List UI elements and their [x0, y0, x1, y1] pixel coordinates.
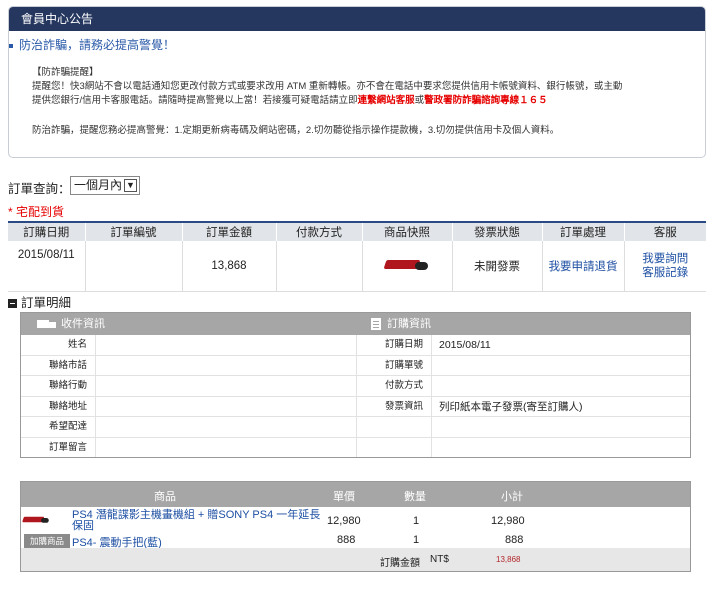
order-date-label: 訂購日期: [384, 339, 423, 350]
col-order-amount: 訂單金額: [182, 223, 277, 241]
notice-subtitle: 防治詐騙，請務必提高警覺！: [9, 36, 175, 53]
currency: NT$: [430, 554, 449, 565]
delivery-type-label: * 宅配到貨: [8, 205, 65, 219]
col-order-no: 訂單編號: [85, 223, 183, 241]
recv-mobile-label: 聯絡行動: [48, 380, 87, 391]
col-service: 客服: [624, 223, 706, 241]
unit-price: 12,980: [327, 515, 361, 527]
col-qty: 數量: [404, 491, 426, 503]
site-service-link[interactable]: 連繫網站客服: [358, 95, 415, 106]
order-period-select[interactable]: 一個月內 ▼: [70, 176, 140, 195]
detail-header: 收件資訊 訂購資訊: [21, 313, 690, 335]
list-item: 加購商品 PS4- 震動手把(藍) 888 1 888: [21, 534, 690, 549]
payment-method: [276, 241, 363, 292]
recv-name-label: 姓名: [67, 339, 87, 350]
table-row: 2015/08/11 13,868 未開發票 我要申請退貨 我要詢問 客服記錄: [8, 241, 706, 292]
payment-label: 付款方式: [384, 380, 423, 391]
detail-row: 希望配達: [21, 417, 690, 438]
col-invoice-status: 發票狀態: [452, 223, 543, 241]
order-detail-title[interactable]: 訂單明細: [8, 292, 71, 311]
detail-row: 聯絡行動 付款方式: [21, 376, 690, 397]
bullet-icon: [9, 43, 13, 48]
recv-address-label: 聯絡地址: [48, 400, 87, 412]
subtotal: 12,980: [491, 515, 525, 527]
service-cell: 我要詢問 客服記錄: [624, 241, 706, 292]
unit-price: 888: [337, 534, 356, 546]
detail-row: 訂單留言: [21, 438, 690, 459]
chevron-down-icon: ▼: [124, 179, 137, 192]
list-item: PS4 潛龍諜影主機畫機組 + 贈SONY PS4 一年延長 保固 12,980 …: [21, 510, 690, 532]
subtotal: 888: [505, 534, 524, 546]
document-icon: [371, 318, 381, 331]
notice-line2: 提供您銀行/信用卡客服電話。請隨時提高警覺以上當！若接獲可疑電話請立即連繫網站客…: [32, 95, 548, 106]
product-list-header: 商品 單價 數量 小計: [21, 482, 690, 507]
notice-tips: 防治詐騙，提醒您務必提高警覺：1.定期更新病毒碼及網站密碼，2.切勿聽從指示操作…: [32, 125, 560, 136]
delivery-time-label: 希望配達: [48, 421, 87, 432]
product-list-panel: 商品 單價 數量 小計 PS4 潛龍諜影主機畫機組 + 贈SONY PS4 一年…: [20, 481, 691, 572]
order-info-heading: 訂購資訊: [371, 313, 431, 335]
truck-icon: [37, 319, 57, 330]
col-order-action: 訂單處理: [542, 223, 625, 241]
recv-info-heading: 收件資訊: [37, 313, 105, 335]
order-detail-panel: 收件資訊 訂購資訊 姓名 訂購日期 2015/08/11 聯絡市話 訂購單號 聯…: [20, 312, 691, 458]
order-total: 13,868: [496, 555, 521, 564]
notice-bracket-title: 【防詐騙提醒】: [32, 67, 99, 78]
collapse-icon[interactable]: [8, 299, 17, 309]
order-no[interactable]: [85, 241, 183, 292]
order-amount: 13,868: [182, 241, 277, 292]
ask-question-link[interactable]: 我要詢問: [642, 253, 688, 265]
order-total-row: 訂購金額 NT$ 13,868: [21, 548, 690, 571]
orders-table: 訂購日期 訂單編號 訂單金額 付款方式 商品快照 發票狀態 訂單處理 客服 20…: [8, 221, 706, 292]
col-subtotal: 小計: [501, 491, 523, 503]
addon-badge: 加購商品: [24, 534, 70, 548]
notice-title: 會員中心公告: [9, 7, 705, 31]
product-link[interactable]: PS4 潛龍諜影主機畫機組 + 贈SONY PS4 一年延長 保固: [72, 510, 320, 532]
total-label: 訂購金額: [380, 558, 420, 569]
police-hotline: 警政署防詐騙諮詢專線１６５: [424, 95, 548, 106]
quantity: 1: [413, 515, 420, 527]
order-date-value: 2015/08/11: [439, 339, 491, 351]
ps4-console-thumbnail[interactable]: [383, 257, 429, 271]
col-item: 商品: [154, 491, 176, 503]
product-snapshot[interactable]: [362, 241, 453, 292]
order-date: 2015/08/11: [8, 241, 86, 292]
invoice-info-label: 發票資訊: [384, 400, 423, 412]
order-message-label: 訂單留言: [48, 441, 87, 453]
col-price: 單價: [333, 491, 355, 503]
detail-row: 姓名 訂購日期 2015/08/11: [21, 335, 690, 356]
recv-phone-label: 聯絡市話: [48, 359, 87, 371]
col-snapshot: 商品快照: [362, 223, 453, 241]
notice-line1: 提醒您！快3網站不會以電話通知您更改付款方式或要求改用 ATM 重新轉帳。亦不會…: [32, 81, 623, 92]
order-query-label: 訂單查詢：: [8, 182, 71, 196]
service-record-link[interactable]: 客服記錄: [642, 267, 688, 279]
return-request-link[interactable]: 我要申請退貨: [542, 241, 625, 292]
detail-row: 聯絡市話 訂購單號: [21, 356, 690, 376]
col-payment: 付款方式: [276, 223, 363, 241]
detail-row: 聯絡地址 發票資訊 列印紙本電子發票(寄至訂購人): [21, 397, 690, 417]
order-no-label: 訂購單號: [384, 359, 423, 371]
ps4-console-thumbnail[interactable]: [22, 515, 49, 523]
quantity: 1: [413, 534, 420, 546]
invoice-status: 未開發票: [452, 241, 543, 292]
invoice-info-value: 列印紙本電子發票(寄至訂購人): [439, 400, 583, 413]
col-order-date: 訂購日期: [8, 223, 86, 241]
